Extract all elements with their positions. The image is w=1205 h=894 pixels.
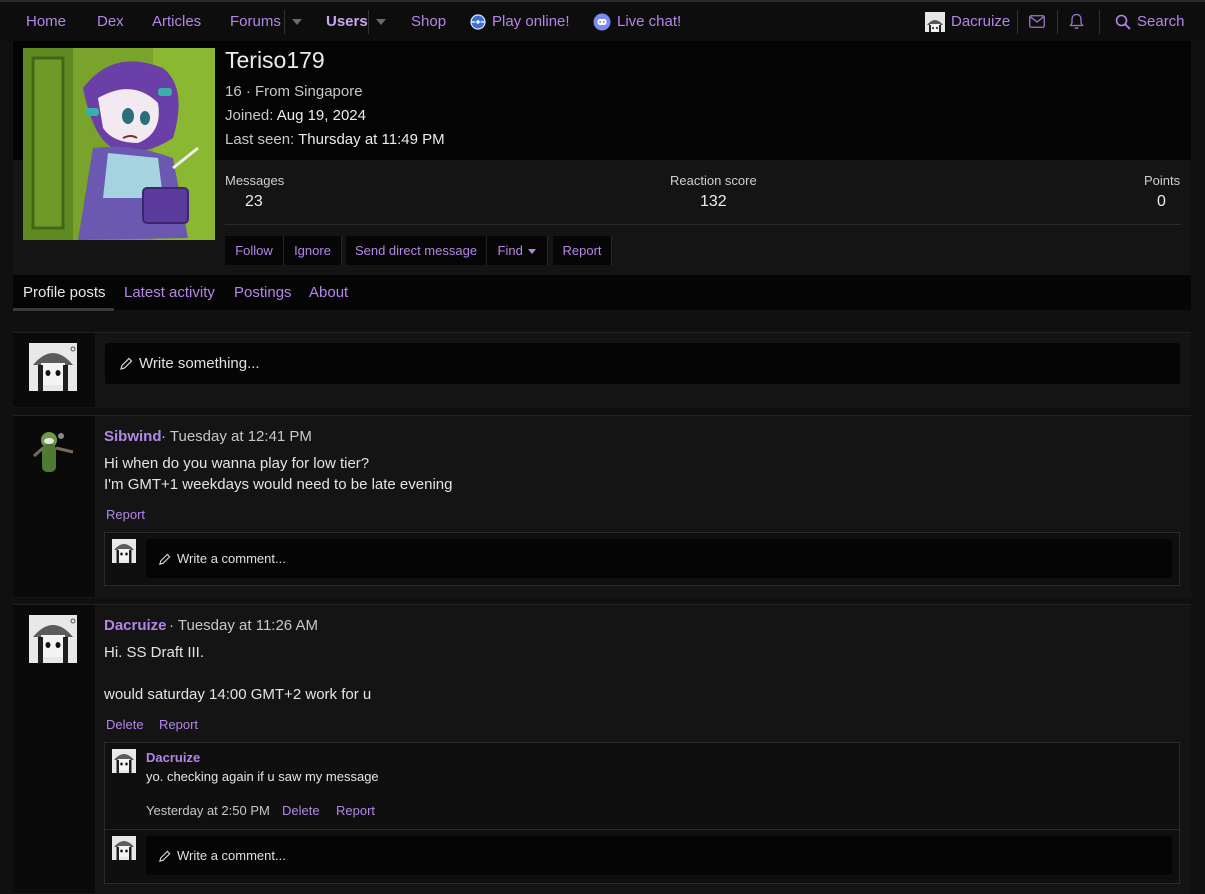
nav-home[interactable]: Home — [26, 2, 66, 41]
profile-joined: Joined: Aug 19, 2024 — [225, 107, 366, 124]
find-button[interactable]: Find — [487, 236, 548, 265]
profile-avatar[interactable] — [23, 48, 215, 240]
nav-divider — [368, 10, 369, 34]
forums-dropdown-icon[interactable] — [292, 19, 302, 25]
send-direct-message-button[interactable]: Send direct message — [346, 236, 487, 265]
last-seen-label: Last seen: — [225, 131, 295, 148]
write-something-field: Write something... — [119, 355, 260, 372]
points-value[interactable]: 0 — [1157, 193, 1166, 211]
post-report-link[interactable]: Report — [159, 717, 198, 732]
search-button[interactable]: Search — [1115, 2, 1185, 41]
points-label: Points — [1144, 173, 1181, 188]
post-text-line: would saturday 14:00 GMT+2 work for u — [104, 686, 372, 703]
ignore-button[interactable]: Ignore — [284, 236, 342, 265]
reply-report-link[interactable]: Report — [336, 803, 375, 818]
tab-profile-posts[interactable]: Profile posts — [23, 284, 106, 301]
tab-latest-activity[interactable]: Latest activity — [124, 284, 215, 301]
nav-divider — [284, 10, 285, 34]
nav-live-chat[interactable]: Live chat! — [593, 2, 681, 41]
post-delete-link[interactable]: Delete — [106, 717, 144, 732]
write-comment-input[interactable]: Write a comment... — [146, 539, 1172, 578]
live-chat-label: Live chat! — [617, 13, 682, 30]
reply-author-avatar[interactable] — [112, 749, 136, 773]
report-profile-button[interactable]: Report — [553, 236, 612, 265]
pencil-icon — [120, 357, 133, 370]
find-caret-icon — [528, 249, 537, 255]
inbox-icon[interactable] — [1029, 15, 1045, 28]
messages-value[interactable]: 23 — [245, 193, 263, 211]
reply-delete-link[interactable]: Delete — [282, 803, 320, 818]
search-icon — [1115, 14, 1131, 30]
last-seen-value: Thursday at 11:49 PM — [298, 131, 445, 148]
account-name: Dacruize — [951, 13, 1011, 30]
post-text-line: Hi when do you wanna play for low tier? — [104, 455, 370, 472]
bell-icon[interactable] — [1069, 13, 1084, 30]
discord-icon — [593, 13, 611, 31]
post-text-line: Hi. SS Draft III. — [104, 644, 205, 661]
write-comment-placeholder: Write a comment... — [177, 848, 286, 863]
reaction-score-label: Reaction score — [670, 173, 757, 188]
account-menu[interactable]: Dacruize — [925, 2, 1010, 41]
active-tab-indicator — [13, 308, 114, 311]
composer-avatar[interactable] — [29, 343, 77, 391]
write-comment-field: Write a comment... — [158, 848, 286, 863]
stats-divider — [225, 224, 1181, 225]
reply-date[interactable]: Yesterday at 2:50 PM — [146, 803, 270, 818]
joined-label: Joined: — [225, 107, 274, 124]
post-date[interactable]: · Tuesday at 12:41 PM — [161, 428, 312, 445]
account-avatar — [925, 12, 945, 33]
composer-avatar-image — [29, 343, 77, 391]
write-something-input[interactable]: Write something... — [105, 343, 1180, 384]
nav-divider — [1057, 10, 1058, 34]
tab-about[interactable]: About — [309, 284, 348, 301]
tab-postings[interactable]: Postings — [234, 284, 292, 301]
search-label: Search — [1137, 13, 1185, 30]
find-label: Find — [497, 243, 523, 258]
post-text-line: I'm GMT+1 weekdays would need to be late… — [104, 476, 453, 493]
pokeball-icon — [470, 14, 486, 30]
reply-avatar-image — [112, 749, 136, 773]
nav-shop[interactable]: Shop — [411, 2, 446, 41]
comment-avatar[interactable] — [112, 836, 136, 860]
profile-last-seen: Last seen: Thursday at 11:49 PM — [225, 131, 445, 148]
users-dropdown-icon[interactable] — [376, 19, 386, 25]
follow-button[interactable]: Follow — [225, 236, 284, 265]
play-online-label: Play online! — [492, 13, 570, 30]
sibwind-avatar-image — [29, 426, 77, 474]
write-comment-input[interactable]: Write a comment... — [146, 836, 1172, 875]
post-date[interactable]: · Tuesday at 11:26 AM — [169, 617, 318, 634]
reply-text: yo. checking again if u saw my message — [146, 769, 379, 784]
reaction-score-value[interactable]: 132 — [700, 193, 727, 211]
joined-value: Aug 19, 2024 — [276, 107, 366, 124]
comment-avatar[interactable] — [112, 539, 136, 563]
write-comment-placeholder: Write a comment... — [177, 551, 286, 566]
post-author-avatar[interactable] — [29, 426, 77, 474]
nav-dex[interactable]: Dex — [97, 2, 124, 41]
post-author[interactable]: Sibwind — [104, 428, 162, 445]
reply-author[interactable]: Dacruize — [146, 750, 200, 765]
pencil-icon — [159, 850, 171, 863]
messages-label: Messages — [225, 173, 285, 188]
dacruize-avatar-image — [29, 615, 77, 663]
write-something-placeholder: Write something... — [139, 355, 260, 372]
profile-age-location: 16 · From Singapore — [225, 83, 363, 100]
nav-divider — [1099, 10, 1100, 34]
nav-divider — [1017, 10, 1018, 34]
profile-username: Teriso179 — [225, 47, 325, 73]
post-author-avatar[interactable] — [29, 615, 77, 663]
nav-play-online[interactable]: Play online! — [470, 2, 570, 41]
pencil-icon — [159, 553, 171, 566]
nav-articles[interactable]: Articles — [152, 2, 201, 41]
reply-divider — [105, 829, 1179, 830]
nav-forums[interactable]: Forums — [230, 2, 281, 41]
comment-avatar-image — [112, 539, 136, 563]
comment-avatar-image — [112, 836, 136, 860]
post-report-link[interactable]: Report — [106, 507, 145, 522]
post-author[interactable]: Dacruize — [104, 617, 167, 634]
nav-users[interactable]: Users — [326, 2, 368, 41]
profile-avatar-image — [23, 48, 215, 240]
top-navbar: Home Dex Articles Forums Users Shop Play… — [0, 0, 1205, 41]
write-comment-field: Write a comment... — [158, 551, 286, 566]
